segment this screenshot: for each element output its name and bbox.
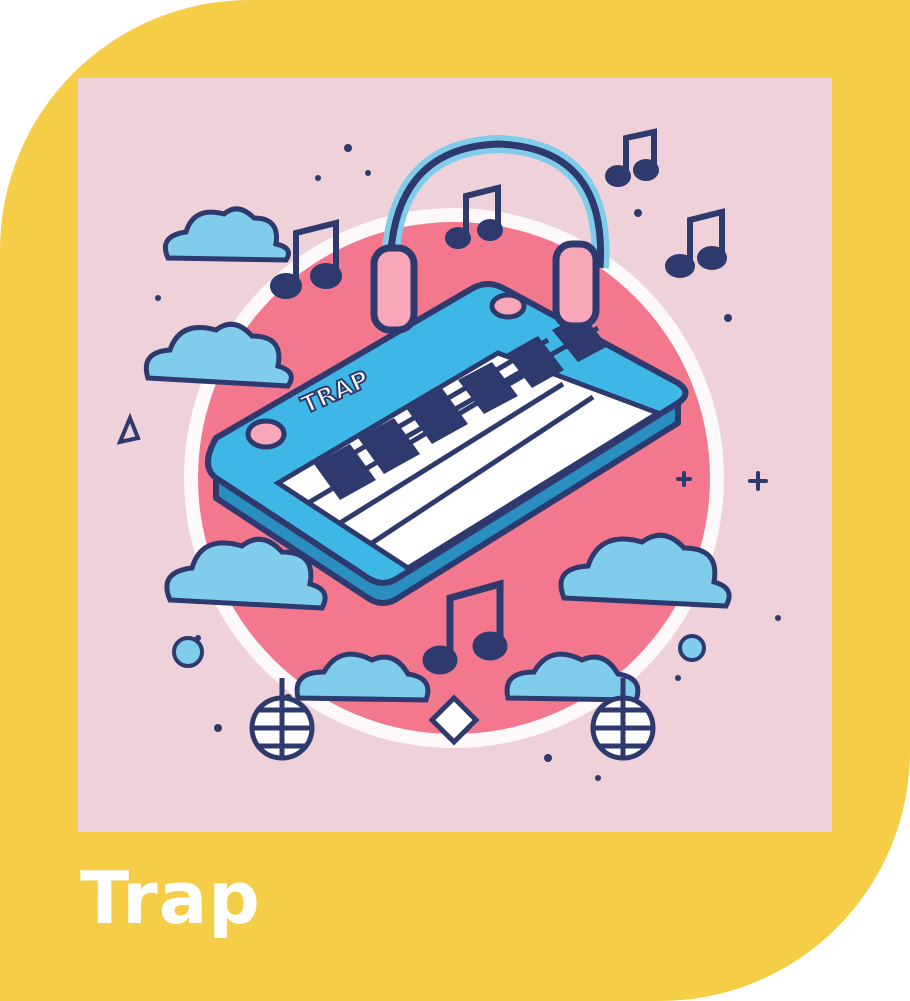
genre-artwork: TRAP <box>78 78 832 832</box>
music-note-icon <box>665 208 727 278</box>
genre-card[interactable]: TRAP Trap <box>0 0 910 1001</box>
cloud-icon <box>162 206 291 263</box>
genre-title: Trap <box>80 856 261 940</box>
music-note-icon <box>605 128 659 187</box>
